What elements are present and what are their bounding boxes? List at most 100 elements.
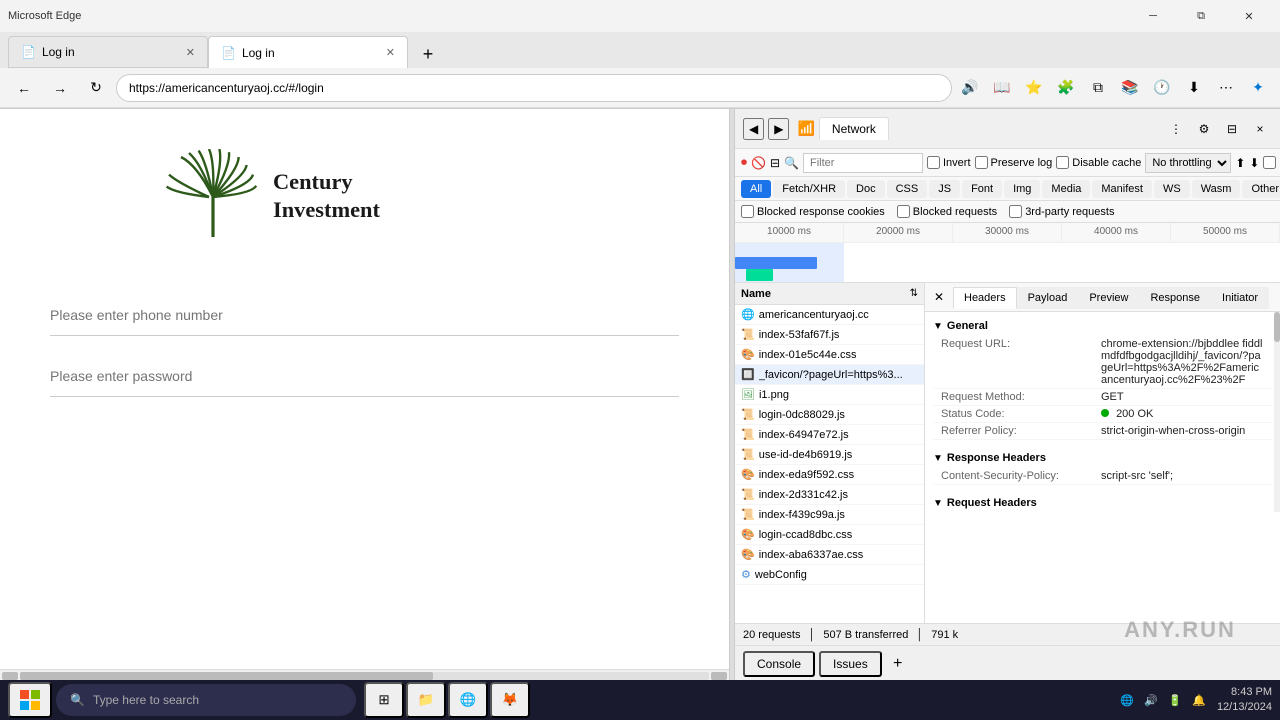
record-button[interactable]: ⏺	[741, 154, 747, 172]
invert-checkbox[interactable]	[927, 156, 940, 169]
filter-tab-ws[interactable]: WS	[1154, 180, 1190, 198]
tab-1-close[interactable]: ✕	[186, 46, 195, 59]
detail-tab-headers[interactable]: Headers	[953, 287, 1017, 309]
copilot-button[interactable]: ✦	[1244, 74, 1272, 102]
filter-tab-manifest[interactable]: Manifest	[1092, 180, 1152, 198]
disable-cache-checkbox[interactable]	[1056, 156, 1069, 169]
filter-tab-font[interactable]: Font	[962, 180, 1002, 198]
clear-button[interactable]: 🚫	[751, 154, 766, 172]
task-view-button[interactable]: ⊞	[364, 682, 404, 718]
downloads-button[interactable]: ⬇	[1180, 74, 1208, 102]
filter-tab-fetch[interactable]: Fetch/XHR	[773, 180, 845, 198]
preserve-log-checkbox-label[interactable]: Preserve log	[975, 156, 1053, 169]
file-item-7[interactable]: 📜 use-id-de4b6919.js	[735, 445, 924, 465]
file-item-10[interactable]: 📜 index-f439c99a.js	[735, 505, 924, 525]
hide-data-urls-checkbox[interactable]	[1263, 156, 1276, 169]
filter-tab-img[interactable]: Img	[1004, 180, 1040, 198]
password-input[interactable]	[50, 356, 679, 397]
history-button[interactable]: 🕐	[1148, 74, 1176, 102]
search-button[interactable]: 🔍	[784, 154, 799, 172]
clock[interactable]: 8:43 PM 12/13/2024	[1217, 685, 1272, 716]
request-headers-section-header[interactable]: ▼ Request Headers	[933, 493, 1272, 513]
devtools-settings-button[interactable]: ⚙	[1192, 117, 1216, 141]
devtools-close-button[interactable]: ×	[1248, 117, 1272, 141]
third-party-label[interactable]: 3rd-party requests	[1009, 205, 1114, 218]
issues-tab[interactable]: Issues	[819, 651, 882, 677]
detail-tab-payload[interactable]: Payload	[1017, 287, 1079, 309]
network-tray-icon[interactable]: 🌐	[1117, 690, 1137, 710]
devtools-dock-button[interactable]: ⊟	[1220, 117, 1244, 141]
file-item-3[interactable]: 🔲 _favicon/?pageUrl=https%3...	[735, 365, 924, 385]
blocked-cookies-label[interactable]: Blocked response cookies	[741, 205, 885, 218]
filter-input[interactable]	[803, 153, 923, 173]
file-item-4[interactable]: 🖼 i1.png	[735, 385, 924, 405]
edge-button[interactable]: 🌐	[448, 682, 488, 718]
notification-tray-icon[interactable]: 🔔	[1189, 690, 1209, 710]
devtools-more-button[interactable]: ⋮	[1164, 117, 1188, 141]
tab-network[interactable]: Network	[819, 117, 889, 140]
close-button[interactable]: ✕	[1226, 0, 1272, 32]
filter-tab-doc[interactable]: Doc	[847, 180, 885, 198]
new-tab-button[interactable]: +	[412, 40, 444, 68]
address-bar[interactable]	[116, 74, 952, 102]
battery-tray-icon[interactable]: 🔋	[1165, 690, 1185, 710]
invert-checkbox-label[interactable]: Invert	[927, 156, 971, 169]
start-button[interactable]	[8, 682, 52, 718]
read-aloud-button[interactable]: 🔊	[956, 74, 984, 102]
sound-tray-icon[interactable]: 🔊	[1141, 690, 1161, 710]
taskbar-search[interactable]: 🔍 Type here to search	[56, 684, 356, 716]
filter-tab-other[interactable]: Other	[1242, 180, 1280, 198]
forward-button[interactable]: →	[44, 74, 76, 102]
settings-button[interactable]: ⋯	[1212, 74, 1240, 102]
filter-tab-wasm[interactable]: Wasm	[1192, 180, 1241, 198]
refresh-button[interactable]: ↻	[80, 74, 112, 102]
blocked-requests-checkbox[interactable]	[897, 205, 910, 218]
devtools-scroll-right[interactable]: ▶	[768, 118, 789, 140]
column-sort-button[interactable]: ⇅	[910, 288, 918, 299]
new-panel-button[interactable]: +	[886, 652, 910, 676]
filter-tab-js[interactable]: JS	[929, 180, 960, 198]
extensions-button[interactable]: 🧩	[1052, 74, 1080, 102]
blocked-cookies-checkbox[interactable]	[741, 205, 754, 218]
third-party-checkbox[interactable]	[1009, 205, 1022, 218]
detail-tab-preview[interactable]: Preview	[1078, 287, 1139, 309]
throttle-select[interactable]: No throttlingFast 3GSlow 3GOffline	[1145, 153, 1231, 173]
tab-2[interactable]: 📄 Log in ✕	[208, 36, 408, 68]
export-button[interactable]: ⬇	[1249, 154, 1259, 172]
file-item-5[interactable]: 📜 login-0dc88029.js	[735, 405, 924, 425]
minimize-button[interactable]: ─	[1130, 0, 1176, 32]
import-button[interactable]: ⬆	[1235, 154, 1245, 172]
disable-cache-checkbox-label[interactable]: Disable cache	[1056, 156, 1141, 169]
file-item-6[interactable]: 📜 index-64947e72.js	[735, 425, 924, 445]
tab-1[interactable]: 📄 Log in ✕	[8, 36, 208, 68]
detail-tab-initiator[interactable]: Initiator	[1211, 287, 1269, 309]
preserve-log-checkbox[interactable]	[975, 156, 988, 169]
filter-tab-css[interactable]: CSS	[887, 180, 928, 198]
hide-data-urls-label[interactable]: Hide data URLs	[1263, 156, 1280, 169]
phone-input[interactable]	[50, 295, 679, 336]
detail-tab-response[interactable]: Response	[1139, 287, 1211, 309]
devtools-scroll-left[interactable]: ◀	[743, 118, 764, 140]
file-item-8[interactable]: 🎨 index-eda9f592.css	[735, 465, 924, 485]
console-tab[interactable]: Console	[743, 651, 815, 677]
add-to-favorites-button[interactable]: ⭐	[1020, 74, 1048, 102]
file-item-0[interactable]: 🌐 americancenturyaoj.cc	[735, 305, 924, 325]
general-section-header[interactable]: ▼ General	[933, 316, 1272, 336]
file-item-2[interactable]: 🎨 index-01e5c44e.css	[735, 345, 924, 365]
file-item-1[interactable]: 📜 index-53faf67f.js	[735, 325, 924, 345]
file-item-11[interactable]: 🎨 login-ccad8dbc.css	[735, 525, 924, 545]
split-screen-button[interactable]: ⧉	[1084, 74, 1112, 102]
firefox-button[interactable]: 🦊	[490, 682, 530, 718]
restore-button[interactable]: ⧉	[1178, 0, 1224, 32]
back-button[interactable]: ←	[8, 74, 40, 102]
tab-2-close[interactable]: ✕	[386, 46, 395, 59]
favorites-button[interactable]: 📚	[1116, 74, 1144, 102]
filter-toggle-button[interactable]: ⊟	[770, 154, 780, 172]
file-item-9[interactable]: 📜 index-2d331c42.js	[735, 485, 924, 505]
response-headers-section-header[interactable]: ▼ Response Headers	[933, 448, 1272, 468]
filter-tab-all[interactable]: All	[741, 180, 771, 198]
detail-close-button[interactable]: ✕	[928, 286, 950, 308]
immersive-reader-button[interactable]: 📖	[988, 74, 1016, 102]
filter-tab-media[interactable]: Media	[1042, 180, 1090, 198]
file-item-12[interactable]: 🎨 index-aba6337ae.css	[735, 545, 924, 565]
